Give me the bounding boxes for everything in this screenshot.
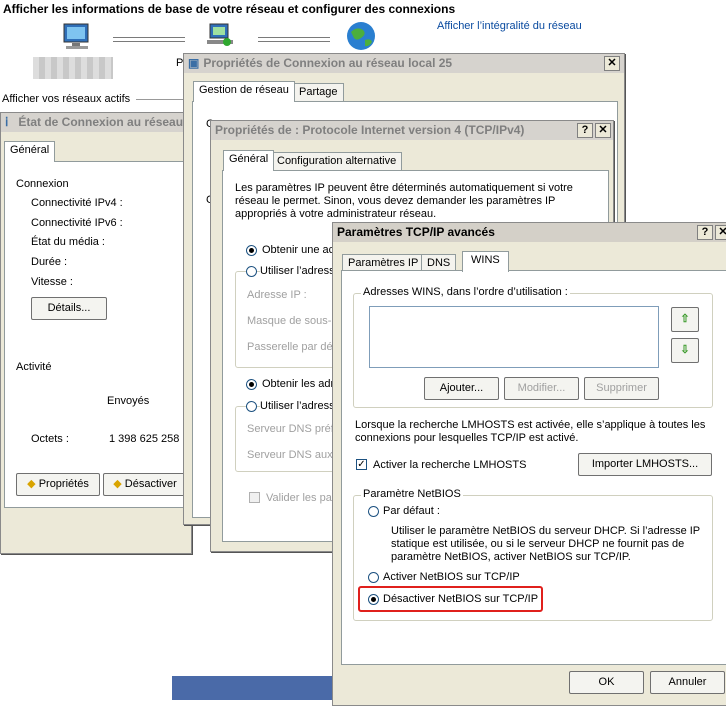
netbios-default-radio[interactable]: [368, 506, 379, 517]
media-state-label: État du média :: [31, 236, 105, 248]
close-icon[interactable]: ✕: [595, 123, 611, 138]
status-panel: [4, 161, 191, 508]
lmhosts-checkbox-label: Activer la recherche LMHOSTS: [373, 459, 527, 471]
speed-label: Vitesse :: [31, 276, 73, 288]
subnet-mask-label: Masque de sous-r: [247, 315, 336, 327]
bytes-value: 1 398 625 258: [109, 433, 180, 445]
ipv6-label: Connectivité IPv6 :: [31, 217, 123, 229]
help-icon[interactable]: ?: [577, 123, 593, 138]
lmhosts-info-line1: Lorsque la recherche LMHOSTS est activée…: [355, 419, 706, 431]
duration-label: Durée :: [31, 256, 68, 268]
sent-label: Envoyés: [107, 395, 150, 407]
delete-wins-button[interactable]: Supprimer: [584, 377, 659, 400]
tab-wins[interactable]: WINS: [462, 251, 509, 272]
validate-settings-checkbox[interactable]: [249, 492, 260, 503]
connection-line-2: [258, 37, 330, 42]
details-button[interactable]: Détails...: [31, 297, 107, 320]
status-window-titlebar[interactable]: ⅰ État de Connexion au réseau l: [1, 113, 191, 132]
manual-ip-radio[interactable]: [246, 266, 257, 277]
manual-ip-label: Utiliser l’adress: [260, 265, 337, 277]
lmhosts-checkbox[interactable]: ✓: [356, 459, 367, 470]
shield-icon: ◆: [113, 478, 122, 490]
validate-settings-label: Valider les par: [266, 492, 336, 504]
bytes-label: Octets :: [31, 433, 69, 445]
connection-status-window: ⅰ État de Connexion au réseau l Général …: [0, 112, 192, 554]
wins-address-list[interactable]: [369, 306, 659, 368]
tab-general[interactable]: Général: [223, 150, 275, 171]
properties-label: Propriétés: [38, 478, 89, 490]
properties-window-titlebar[interactable]: ▣ Propriétés de Connexion au réseau loca…: [184, 54, 624, 73]
auto-ip-radio[interactable]: [246, 245, 257, 256]
tab-general[interactable]: Général: [4, 141, 56, 162]
netbios-enable-radio[interactable]: [368, 572, 379, 583]
netbios-enable-label: Activer NetBIOS sur TCP/IP: [383, 571, 520, 583]
tab-network[interactable]: Gestion de réseau: [193, 81, 295, 102]
import-lmhosts-button[interactable]: Importer LMHOSTS...: [578, 453, 712, 476]
wins-addresses-title: Adresses WINS, dans l’ordre d’utilisatio…: [361, 286, 570, 298]
add-wins-button[interactable]: Ajouter...: [424, 377, 499, 400]
netbios-disable-label: Désactiver NetBIOS sur TCP/IP: [383, 593, 539, 605]
shield-icon: ◆: [27, 478, 36, 490]
connection-line-1: [113, 37, 185, 42]
info-icon: ⅰ: [5, 115, 9, 129]
auto-ip-label: Obtenir une ac: [262, 244, 335, 256]
close-icon[interactable]: ✕: [715, 225, 726, 240]
netbios-disable-radio[interactable]: [368, 594, 379, 605]
manual-dns-radio[interactable]: [246, 401, 257, 412]
ip-address-label: Adresse IP :: [247, 289, 307, 301]
tab-alternate-config[interactable]: Configuration alternative: [271, 152, 403, 171]
preferred-dns-label: Serveur DNS préf: [247, 423, 334, 435]
network-icon: ▣: [188, 56, 200, 70]
netbios-default-desc1: Utiliser le paramètre NetBIOS du serveur…: [391, 525, 701, 537]
close-icon[interactable]: ✕: [604, 56, 620, 71]
netbios-group-title: Paramètre NetBIOS: [361, 488, 463, 500]
netbios-default-desc3: paramètre NetBIOS, activer NetBIOS sur T…: [391, 551, 631, 563]
internet-globe-icon: [345, 20, 377, 52]
move-up-button[interactable]: ⇧: [671, 307, 699, 332]
netbios-default-desc2: statique est utilisée, ou si le serveur …: [391, 538, 685, 550]
active-networks-divider: [136, 99, 186, 100]
advanced-window-titlebar[interactable]: Paramètres TCP/IP avancés: [333, 223, 726, 242]
ipv4-window-titlebar[interactable]: Propriétés de : Protocole Internet versi…: [211, 121, 613, 140]
ip-intro-line3: appropriés à votre administrateur réseau…: [235, 208, 437, 220]
alternate-dns-label: Serveur DNS auxi: [247, 449, 336, 461]
manual-dns-label: Utiliser l’adress: [260, 400, 337, 412]
disable-label: Désactiver: [124, 478, 177, 490]
auto-dns-label: Obtenir les adr: [262, 378, 335, 390]
cancel-button[interactable]: Annuler: [650, 671, 725, 694]
blurred-computer-name: [33, 57, 113, 79]
page-title: Afficher les informations de base de vot…: [3, 2, 456, 16]
status-window-title: État de Connexion au réseau l: [18, 115, 190, 129]
gateway-label: Passerelle par déf: [247, 341, 336, 353]
ip-intro-line1: Les paramètres IP peuvent être déterminé…: [235, 182, 573, 194]
full-map-link[interactable]: Afficher l’intégralité du réseau: [437, 20, 582, 32]
computer-icon: [60, 22, 94, 52]
netbios-default-label: Par défaut :: [383, 505, 440, 517]
arrow-up-icon: ⇧: [680, 313, 690, 325]
properties-window-title: Propriétés de Connexion au réseau local …: [203, 56, 453, 70]
taskbar-fragment: [172, 676, 332, 700]
ok-button[interactable]: OK: [569, 671, 644, 694]
ip-intro-line2: réseau le permet. Sinon, vous devez dema…: [235, 195, 556, 207]
ipv4-label: Connectivité IPv4 :: [31, 197, 123, 209]
activity-section-title: Activité: [16, 361, 52, 373]
advanced-tcpip-window: Paramètres TCP/IP avancés ? ✕ Paramètres…: [332, 222, 726, 706]
arrow-down-icon: ⇩: [680, 344, 690, 356]
help-icon[interactable]: ?: [697, 225, 713, 240]
tab-sharing[interactable]: Partage: [293, 83, 344, 102]
disable-button[interactable]: ◆ Désactiver: [103, 473, 187, 496]
active-networks-label: Afficher vos réseaux actifs: [2, 93, 131, 105]
properties-button[interactable]: ◆ Propriétés: [16, 473, 100, 496]
connexion-section-title: Connexion: [16, 178, 69, 190]
modify-wins-button[interactable]: Modifier...: [504, 377, 579, 400]
lmhosts-info-line2: connexions pour lesquelles TCP/IP est ac…: [355, 432, 579, 444]
move-down-button[interactable]: ⇩: [671, 338, 699, 363]
auto-dns-radio[interactable]: [246, 379, 257, 390]
network-icon: [205, 20, 235, 50]
